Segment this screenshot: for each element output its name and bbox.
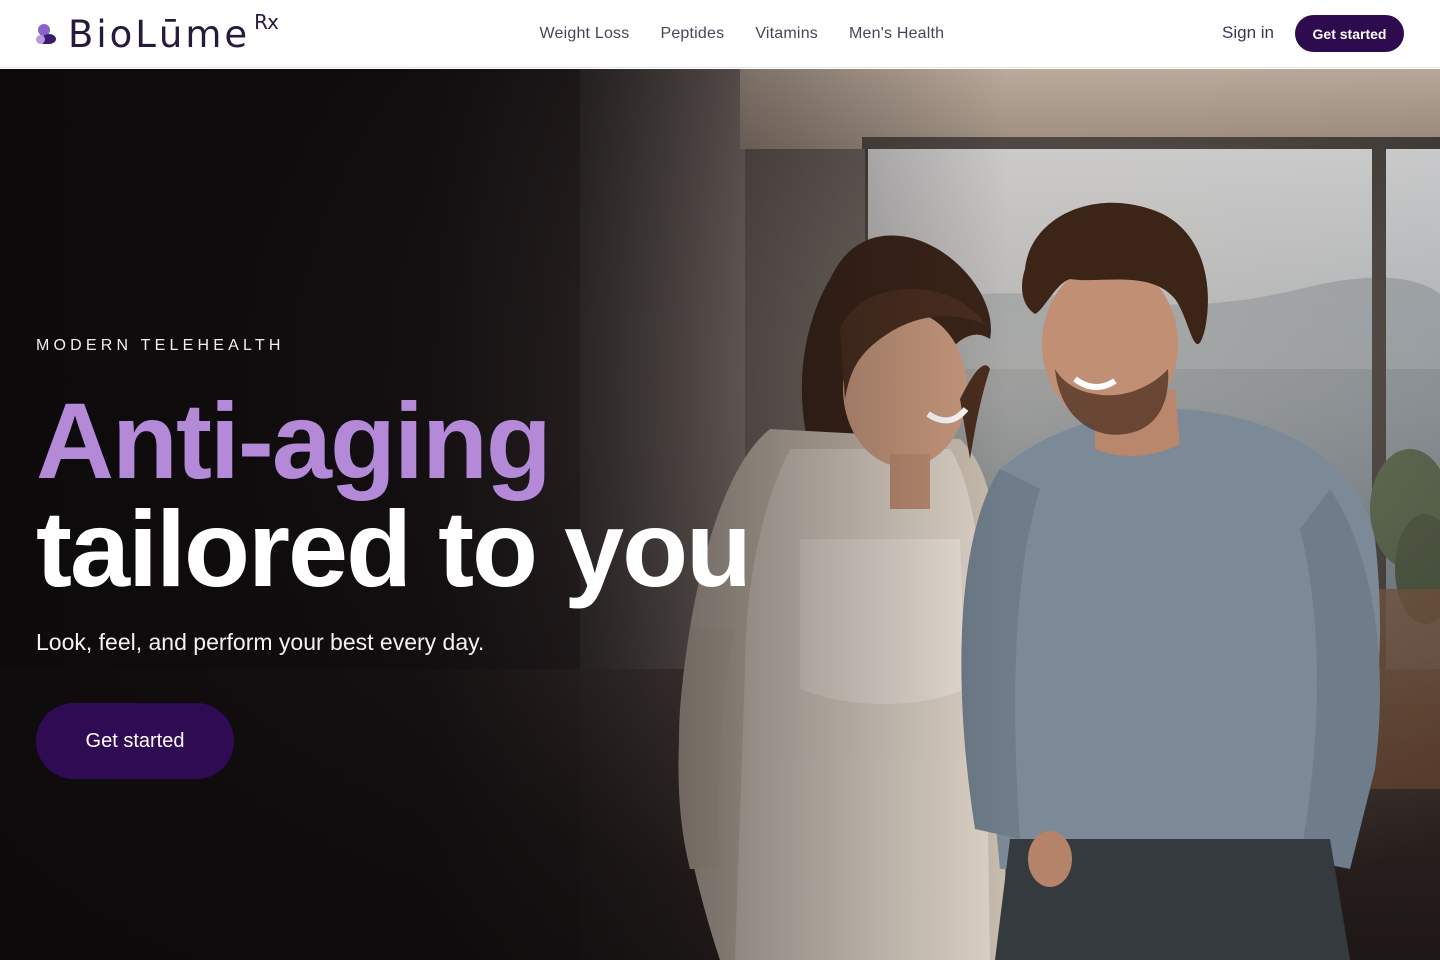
hero-get-started-button[interactable]: Get started [36, 703, 234, 779]
hero-headline-main: tailored to you [36, 488, 752, 609]
hero-content: MODERN TELEHEALTH Anti-aging tailored to… [36, 69, 856, 960]
logo[interactable]: BioLūme Rx [36, 10, 279, 56]
site-header: BioLūme Rx Weight Loss Peptides Vitamins… [0, 0, 1440, 68]
nav-link-mens-health[interactable]: Men's Health [849, 25, 944, 43]
logo-rx: Rx [254, 10, 279, 34]
hero-headline: Anti-aging tailored to you [36, 380, 752, 609]
main-nav: Weight Loss Peptides Vitamins Men's Heal… [524, 0, 960, 68]
sign-in-link[interactable]: Sign in [1222, 23, 1274, 43]
hero-eyebrow: MODERN TELEHEALTH [36, 337, 285, 354]
logo-wordmark: BioLūme [68, 12, 251, 56]
nav-link-weight-loss[interactable]: Weight Loss [540, 25, 630, 43]
header-get-started-button[interactable]: Get started [1295, 15, 1404, 52]
nav-link-peptides[interactable]: Peptides [660, 25, 724, 43]
nav-link-vitamins[interactable]: Vitamins [755, 25, 818, 43]
hero-headline-accent: Anti-aging [36, 380, 552, 501]
hero-section: MODERN TELEHEALTH Anti-aging tailored to… [0, 69, 1440, 960]
hero-subhead: Look, feel, and perform your best every … [36, 629, 485, 655]
logo-mark-icon [36, 22, 62, 52]
